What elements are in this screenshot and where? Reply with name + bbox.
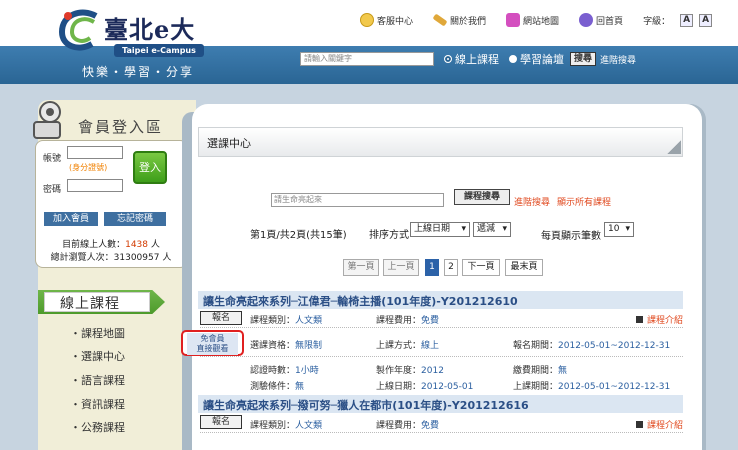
font-large-button[interactable]: A <box>699 13 713 27</box>
link-about-us[interactable]: 關於我們 <box>432 13 487 27</box>
course-signup-period: 報名期間：2012-05-01~2012-12-31 <box>513 341 671 351</box>
nav-item-course-center[interactable]: ・選課中心 <box>70 348 125 364</box>
radio-learning-forum[interactable]: 學習論壇 <box>509 51 564 67</box>
free-watch-badge[interactable]: 免會員 直接觀看 <box>187 333 238 355</box>
page-corner-icon <box>667 140 681 154</box>
search-button[interactable]: 搜尋 <box>570 52 597 66</box>
last-page-button[interactable]: 最末頁 <box>505 259 543 276</box>
row-divider <box>200 356 683 357</box>
radio-selected-icon <box>444 55 452 63</box>
login-button[interactable]: 登入 <box>133 151 167 184</box>
sort-label: 排序方式 <box>369 230 409 241</box>
logo-swirl-icon <box>58 9 98 51</box>
link-home[interactable]: 回首頁 <box>579 13 623 27</box>
font-size-label: 字級： <box>643 16 671 27</box>
flower-icon <box>579 13 594 27</box>
course-fee: 課程費用：免費 <box>376 421 440 431</box>
course-payment-period: 繳費期間：無 <box>513 366 568 376</box>
next-page-button[interactable]: 下一頁 <box>462 259 500 276</box>
per-page-select[interactable]: 10 <box>604 222 634 237</box>
advanced-search-link[interactable]: 進階搜尋 <box>514 195 550 208</box>
page-info: 第1頁/共2頁(共15筆) <box>250 230 347 241</box>
course-search-input[interactable]: 請生命亮起來 <box>271 193 444 207</box>
link-site-map[interactable]: 網站地圖 <box>506 13 559 27</box>
enroll-button[interactable]: 報名 <box>200 311 242 325</box>
password-input[interactable] <box>67 179 123 192</box>
prev-page-button[interactable]: 上一頁 <box>383 259 419 276</box>
course-test: 測驗條件：無 <box>250 382 305 392</box>
forgot-password-button[interactable]: 忘記密碼 <box>104 212 166 226</box>
row-divider <box>200 432 683 433</box>
link-customer-service[interactable]: 客服中心 <box>360 13 413 27</box>
bullet-icon <box>636 421 643 428</box>
course-fee: 課程費用：免費 <box>376 316 440 326</box>
page-header-bar <box>198 127 683 157</box>
nav-title: 線上課程 <box>60 296 120 312</box>
course-eligibility: 選課資格：無限制 <box>250 341 323 351</box>
top-links: 客服中心 關於我們 網站地圖 回首頁 字級： A A <box>360 10 713 30</box>
link-label: 網站地圖 <box>523 16 560 27</box>
page-2-button[interactable]: 2 <box>444 259 458 276</box>
map-icon <box>506 13 521 27</box>
radio-label: 線上課程 <box>455 53 499 66</box>
radio-online-courses[interactable]: 線上課程 <box>444 51 499 67</box>
course-online-date: 上線日期：2012-05-01 <box>376 382 474 392</box>
online-count: 目前線上人數：1438 人 <box>62 240 160 250</box>
show-all-courses-link[interactable]: 顯示所有課程 <box>557 195 611 208</box>
smiley-icon <box>360 13 374 27</box>
slogan: 快樂・學習・分享 <box>82 65 195 79</box>
site-logo[interactable]: 臺北e大 Taipei e-Campus <box>56 6 216 64</box>
course-hours: 認證時數：1小時 <box>250 366 319 376</box>
course-intro-link[interactable]: 課程介紹 <box>636 313 683 326</box>
visit-count: 總計瀏覽人次：31300957 人 <box>50 253 172 263</box>
course-category: 課程類別：人文類 <box>250 421 323 431</box>
course-title[interactable]: 讓生命亮起來系列─撥可努─獵人在都市(101年度)-Y201212616 <box>203 397 529 413</box>
account-hint: (身分證號) <box>69 163 108 172</box>
course-search-button[interactable]: 課程搜尋 <box>454 189 510 205</box>
nav-item-language[interactable]: ・語言課程 <box>70 372 125 388</box>
course-year: 製作年度：2012 <box>376 366 444 376</box>
course-intro-link[interactable]: 課程介紹 <box>636 418 683 431</box>
link-label: 關於我們 <box>450 16 487 27</box>
course-mode: 上課方式：線上 <box>376 341 440 351</box>
pencil-icon <box>432 13 448 27</box>
page-1-button[interactable]: 1 <box>425 259 439 276</box>
nav-item-civil-service[interactable]: ・公務課程 <box>70 419 125 435</box>
logo-title: 臺北e大 <box>104 15 196 44</box>
per-page-label: 每頁顯示筆數 <box>541 231 601 242</box>
password-label: 密碼 <box>43 185 62 195</box>
link-label: 回首頁 <box>596 16 624 27</box>
search-input[interactable]: 請輸入關鍵字 <box>300 52 434 66</box>
radio-label: 學習論壇 <box>520 53 564 66</box>
join-member-button[interactable]: 加入會員 <box>44 212 98 226</box>
account-input[interactable] <box>67 146 123 159</box>
login-title: 會員登入區 <box>78 118 164 136</box>
page-title: 選課中心 <box>207 137 251 150</box>
site-search: 請輸入關鍵字 線上課程 學習論壇 搜尋 進階搜尋 <box>300 52 636 66</box>
bullet-icon <box>636 316 643 323</box>
account-label: 帳號 <box>43 154 62 164</box>
order-select[interactable]: 遞減 <box>473 222 511 237</box>
login-member-icon <box>33 101 61 139</box>
logo-subtitle: Taipei e-Campus <box>114 44 204 57</box>
enroll-button[interactable]: 報名 <box>200 415 242 429</box>
first-page-button[interactable]: 第一頁 <box>343 259 379 276</box>
link-label: 客服中心 <box>377 16 414 27</box>
radio-unselected-icon <box>509 55 517 63</box>
font-small-button[interactable]: A <box>680 13 694 27</box>
course-class-period: 上課期間：2012-05-01~2012-12-31 <box>513 382 671 392</box>
nav-item-course-map[interactable]: ・課程地圖 <box>70 325 125 341</box>
row-divider <box>200 327 683 328</box>
sort-select[interactable]: 上線日期 <box>410 222 470 237</box>
course-category: 課程類別：人文類 <box>250 316 323 326</box>
nav-item-it[interactable]: ・資訊課程 <box>70 396 125 412</box>
course-title[interactable]: 讓生命亮起來系列─江偉君─輪椅主播(101年度)-Y201212610 <box>203 293 518 309</box>
advanced-search-link[interactable]: 進階搜尋 <box>600 53 636 66</box>
